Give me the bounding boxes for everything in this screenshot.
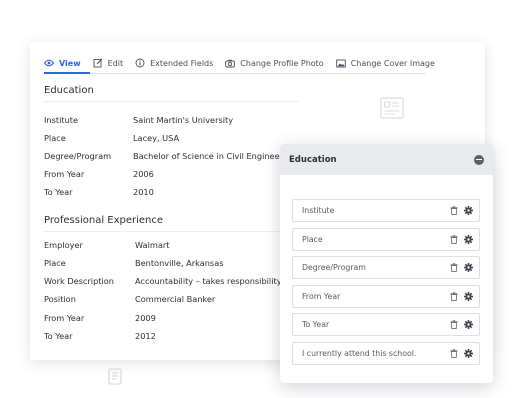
field-currently-attend[interactable]: I currently attend this school.	[292, 342, 480, 365]
education-panel: Education Institute Place Degree/Program…	[280, 144, 493, 383]
row-value: Bentonville, Arkansas	[135, 258, 224, 268]
row-key: Degree/Program	[44, 151, 112, 161]
active-tab-indicator	[44, 72, 90, 74]
row-key: Institute	[44, 115, 79, 125]
row-key: To Year	[44, 187, 73, 197]
row-value: Saint Martin's University	[133, 115, 234, 125]
field-label: Place	[302, 235, 323, 244]
row-value: Commercial Banker	[135, 294, 216, 304]
document-icon	[108, 368, 122, 389]
education-section-title: Education	[44, 85, 94, 96]
field-label: I currently attend this school.	[302, 349, 417, 358]
field-degree-program[interactable]: Degree/Program	[292, 256, 480, 279]
row-key: Position	[44, 294, 76, 304]
tab-change-cover-image[interactable]: Change Cover Image	[335, 54, 435, 72]
gear-icon[interactable]	[464, 292, 473, 301]
tab-label: View	[59, 58, 81, 68]
field-label: Institute	[302, 206, 335, 215]
gear-icon[interactable]	[464, 235, 473, 244]
row-value: 2006	[133, 169, 154, 179]
experience-section-title: Professional Experience	[44, 215, 164, 226]
field-actions	[449, 235, 473, 244]
id-card-icon	[380, 97, 404, 123]
field-label: To Year	[302, 320, 330, 329]
image-icon	[335, 58, 346, 68]
tab-edit[interactable]: Edit	[93, 54, 124, 72]
row-key: Employer	[44, 240, 83, 250]
trash-icon[interactable]	[449, 235, 458, 244]
field-place[interactable]: Place	[292, 228, 480, 251]
eye-icon	[44, 58, 54, 68]
trash-icon[interactable]	[449, 206, 458, 215]
field-label: Degree/Program	[302, 263, 366, 272]
field-actions	[449, 320, 473, 329]
collapse-icon[interactable]	[474, 154, 484, 165]
tab-extended-fields[interactable]: Extended Fields	[135, 54, 213, 72]
section-divider	[44, 231, 280, 232]
row-value: Accountability – takes responsibility	[135, 276, 282, 286]
tab-label: Edit	[107, 58, 124, 68]
row-value: Walmart	[135, 240, 170, 250]
field-actions	[449, 349, 473, 358]
tab-label: Change Cover Image	[350, 58, 435, 68]
trash-icon[interactable]	[449, 349, 458, 358]
trash-icon[interactable]	[449, 320, 458, 329]
trash-icon[interactable]	[449, 263, 458, 272]
tabs-divider	[44, 73, 426, 74]
field-label: From Year	[302, 292, 341, 301]
info-icon	[135, 58, 145, 68]
tab-view[interactable]: View	[44, 54, 81, 72]
pencil-icon	[93, 58, 103, 68]
section-divider	[44, 101, 299, 102]
row-key: To Year	[44, 331, 73, 341]
field-institute[interactable]: Institute	[292, 199, 480, 222]
field-from-year[interactable]: From Year	[292, 285, 480, 308]
row-value: Bachelor of Science in Civil Engineer	[133, 151, 283, 161]
gear-icon[interactable]	[464, 263, 473, 272]
tab-label: Change Profile Photo	[240, 58, 324, 68]
panel-header: Education	[280, 144, 493, 175]
row-value: Lacey, USA	[133, 133, 180, 143]
row-value: 2010	[133, 187, 154, 197]
tab-change-profile-photo[interactable]: Change Profile Photo	[225, 54, 324, 72]
row-value: 2009	[135, 313, 156, 323]
row-key: From Year	[44, 313, 85, 323]
row-key: Place	[44, 133, 66, 143]
row-key: Place	[44, 258, 66, 268]
row-key: From Year	[44, 169, 85, 179]
field-actions	[449, 263, 473, 272]
gear-icon[interactable]	[464, 349, 473, 358]
field-to-year[interactable]: To Year	[292, 313, 480, 336]
trash-icon[interactable]	[449, 292, 458, 301]
panel-title: Education	[289, 154, 337, 165]
tab-label: Extended Fields	[150, 58, 214, 68]
field-actions	[449, 206, 473, 215]
gear-icon[interactable]	[464, 320, 473, 329]
camera-icon	[225, 58, 236, 68]
row-value: 2012	[135, 331, 156, 341]
row-key: Work Description	[44, 276, 114, 286]
field-actions	[449, 292, 473, 301]
profile-tabs: View Edit Extended Fields Change Profile…	[44, 54, 447, 74]
gear-icon[interactable]	[464, 206, 473, 215]
